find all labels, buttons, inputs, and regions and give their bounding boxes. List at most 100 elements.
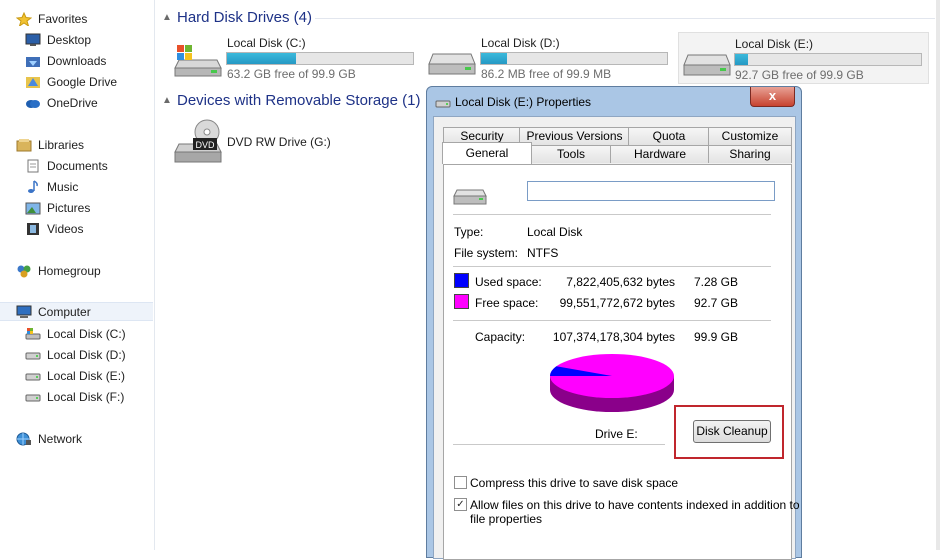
nav-favorites-label: Favorites xyxy=(38,11,88,26)
group-divider xyxy=(315,18,935,19)
nav-onedrive-label: OneDrive xyxy=(47,95,98,110)
used-space-bytes: 7,822,405,632 bytes xyxy=(566,275,675,289)
drive-label-input[interactable] xyxy=(527,181,775,201)
index-checkbox[interactable]: ✓ xyxy=(454,498,467,511)
drive-name: DVD RW Drive (G:) xyxy=(227,135,331,149)
capacity-label: Capacity: xyxy=(475,330,526,344)
free-space-bytes: 99,551,772,672 bytes xyxy=(559,296,675,310)
compress-checkbox[interactable] xyxy=(454,476,467,489)
nav-documents-label: Documents xyxy=(47,158,108,173)
nav-local-disk-d-label: Local Disk (D:) xyxy=(47,347,126,362)
nav-desktop[interactable]: Desktop xyxy=(25,30,91,49)
nav-libraries[interactable]: Libraries xyxy=(16,135,84,154)
type-label: Type: xyxy=(454,225,484,239)
nav-google-drive[interactable]: Google Drive xyxy=(25,72,117,91)
compress-label: Compress this drive to save disk space xyxy=(470,476,679,490)
drive-letter-label: Drive E: xyxy=(595,427,638,441)
nav-homegroup-label: Homegroup xyxy=(38,263,101,278)
dvd-drive-icon: DVD xyxy=(173,118,223,169)
drive-free-text: 92.7 GB free of 99.9 GB xyxy=(735,68,864,82)
collapse-chevron-icon[interactable]: ▲ xyxy=(162,12,172,23)
drive-usage-fill xyxy=(481,53,508,64)
free-space-gb: 92.7 GB xyxy=(693,296,738,310)
drive-usage-fill xyxy=(227,53,296,64)
pictures-icon xyxy=(25,201,41,215)
drive-icon xyxy=(427,44,477,81)
removable-group-header[interactable]: Devices with Removable Storage (1) xyxy=(177,92,420,109)
onedrive-cloud-icon xyxy=(25,96,41,110)
free-space-label: Free space: xyxy=(475,296,539,310)
vertical-scrollbar[interactable] xyxy=(936,0,940,550)
nav-local-disk-c-label: Local Disk (C:) xyxy=(47,326,126,341)
drive-free-text: 63.2 GB free of 99.9 GB xyxy=(227,67,356,81)
nav-pictures[interactable]: Pictures xyxy=(25,198,90,217)
nav-music[interactable]: Music xyxy=(25,177,78,196)
close-button[interactable]: x xyxy=(750,87,795,107)
nav-network-label: Network xyxy=(38,431,83,446)
capacity-bytes: 107,374,178,304 bytes xyxy=(552,330,675,344)
nav-network[interactable]: Network xyxy=(16,429,82,448)
nav-music-label: Music xyxy=(47,179,79,194)
nav-local-disk-e[interactable]: Local Disk (E:) xyxy=(25,366,125,385)
drive-icon xyxy=(25,369,41,383)
dialog-title: Local Disk (E:) Properties xyxy=(455,95,592,109)
dvd-drive-tile[interactable]: DVD DVD RW Drive (G:) xyxy=(171,116,361,166)
nav-downloads-label: Downloads xyxy=(47,53,107,68)
nav-favorites[interactable]: Favorites xyxy=(15,9,88,28)
drive-free-text: 86.2 MB free of 99.9 MB xyxy=(481,67,612,81)
nav-desktop-label: Desktop xyxy=(47,32,92,47)
drive-name: Local Disk (D:) xyxy=(481,36,560,50)
drive-tile-e[interactable]: Local Disk (E:) 92.7 GB free of 99.9 GB xyxy=(678,32,929,84)
windows-drive-icon xyxy=(25,327,41,341)
drive-tile-d[interactable]: Local Disk (D:) 86.2 MB free of 99.9 MB xyxy=(425,30,675,81)
general-tab-panel: Type: Local Disk File system: NTFS Used … xyxy=(443,164,800,560)
network-globe-icon xyxy=(16,432,32,446)
hdd-group-header[interactable]: Hard Disk Drives (4) xyxy=(177,9,312,26)
tab-quota[interactable]: Quota xyxy=(628,127,710,145)
desktop-icon xyxy=(25,33,41,47)
nav-onedrive[interactable]: OneDrive xyxy=(25,93,98,112)
drive-usage-bar xyxy=(480,52,668,65)
nav-videos-label: Videos xyxy=(47,221,84,236)
tab-sharing[interactable]: Sharing xyxy=(708,145,792,163)
nav-videos[interactable]: Videos xyxy=(25,219,83,238)
nav-downloads[interactable]: Downloads xyxy=(25,51,106,70)
separator xyxy=(453,266,771,267)
drive-name: Local Disk (C:) xyxy=(227,36,306,50)
nav-google-drive-label: Google Drive xyxy=(47,74,118,89)
index-label-line2: file properties xyxy=(470,512,543,526)
tab-customize[interactable]: Customize xyxy=(708,127,792,145)
nav-homegroup[interactable]: Homegroup xyxy=(16,261,101,280)
used-space-gb: 7.28 GB xyxy=(693,275,738,289)
tab-hardware[interactable]: Hardware xyxy=(610,145,710,163)
drive-icon xyxy=(682,45,732,82)
type-value: Local Disk xyxy=(527,225,583,239)
nav-local-disk-e-label: Local Disk (E:) xyxy=(47,368,126,383)
nav-computer-label: Computer xyxy=(38,304,91,319)
nav-pictures-label: Pictures xyxy=(47,200,91,215)
nav-local-disk-f[interactable]: Local Disk (F:) xyxy=(25,387,124,406)
tab-general[interactable]: General xyxy=(442,142,532,164)
drive-usage-bar xyxy=(226,52,414,65)
nav-documents[interactable]: Documents xyxy=(25,156,108,175)
separator xyxy=(453,214,771,215)
capacity-gb: 99.9 GB xyxy=(693,330,738,344)
drive-tile-c[interactable]: Local Disk (C:) 63.2 GB free of 99.9 GB xyxy=(171,30,421,81)
dvd-badge: DVD xyxy=(195,140,215,150)
properties-dialog: Local Disk (E:) Properties x Security Pr… xyxy=(426,86,802,560)
free-space-swatch xyxy=(454,294,469,309)
drive-usage-bar xyxy=(734,53,922,66)
collapse-chevron-icon[interactable]: ▲ xyxy=(162,95,172,106)
separator xyxy=(453,444,665,445)
downloads-icon xyxy=(25,54,41,68)
nav-computer[interactable]: Computer xyxy=(0,302,153,321)
index-label-line1: Allow files on this drive to have conten… xyxy=(470,498,800,512)
tab-tools[interactable]: Tools xyxy=(530,145,612,163)
highlight-box xyxy=(674,405,784,459)
nav-local-disk-f-label: Local Disk (F:) xyxy=(47,389,125,404)
nav-local-disk-d[interactable]: Local Disk (D:) xyxy=(25,345,126,364)
tab-previous-versions[interactable]: Previous Versions xyxy=(519,127,630,145)
nav-local-disk-c[interactable]: Local Disk (C:) xyxy=(25,324,126,343)
computer-icon xyxy=(16,305,32,319)
used-space-swatch xyxy=(454,273,469,288)
